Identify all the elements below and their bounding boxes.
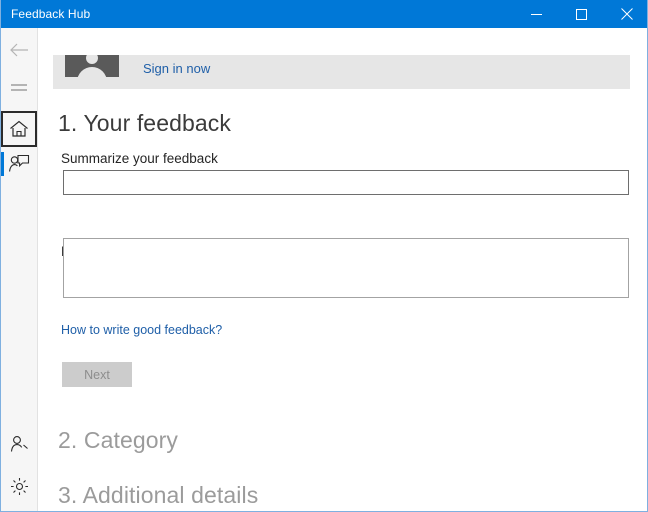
account-person-icon (10, 436, 28, 452)
section-heading-category[interactable]: 2. Category (58, 427, 178, 454)
avatar-body (77, 67, 107, 77)
back-arrow-icon (10, 43, 28, 57)
sidebar-item-account[interactable] (1, 427, 37, 461)
hamburger-menu-icon (11, 84, 27, 91)
title-bar: Feedback Hub (1, 0, 647, 28)
avatar (65, 55, 119, 77)
sidebar-item-menu[interactable] (1, 71, 37, 105)
close-button[interactable] (604, 0, 647, 28)
how-to-write-good-feedback-link[interactable]: How to write good feedback? (61, 323, 222, 337)
section-heading-your-feedback: 1. Your feedback (58, 110, 231, 136)
main-content: Sign in now 1. Your feedback Summarize y… (39, 28, 647, 511)
sidebar-item-back[interactable] (1, 33, 37, 67)
sidebar-item-settings[interactable] (1, 469, 37, 503)
home-icon (10, 120, 28, 137)
close-icon (620, 8, 633, 20)
sidebar-bottom-group (1, 427, 37, 503)
sidebar (1, 28, 38, 511)
sidebar-item-home[interactable] (1, 111, 37, 147)
gear-icon (10, 477, 28, 495)
window-controls (514, 0, 647, 28)
minimize-button[interactable] (514, 0, 559, 28)
maximize-button[interactable] (559, 0, 604, 28)
maximize-icon (576, 8, 587, 20)
next-button[interactable]: Next (62, 362, 132, 387)
feedback-hub-window: Feedback Hub Sign in now 1. Your feedbac… (0, 0, 648, 512)
sign-in-banner: Sign in now (53, 55, 630, 89)
summarize-input[interactable] (63, 170, 629, 195)
section-heading-additional-details[interactable]: 3. Additional details (58, 482, 258, 509)
feedback-person-icon (9, 154, 30, 172)
selection-indicator (1, 152, 4, 176)
minimize-icon (531, 13, 542, 15)
explain-textarea[interactable] (63, 238, 629, 298)
sign-in-link[interactable]: Sign in now (143, 61, 210, 76)
avatar-head (86, 55, 98, 64)
summarize-label: Summarize your feedback (61, 151, 218, 166)
sidebar-item-feedback[interactable] (1, 147, 37, 181)
window-title: Feedback Hub (11, 7, 91, 21)
